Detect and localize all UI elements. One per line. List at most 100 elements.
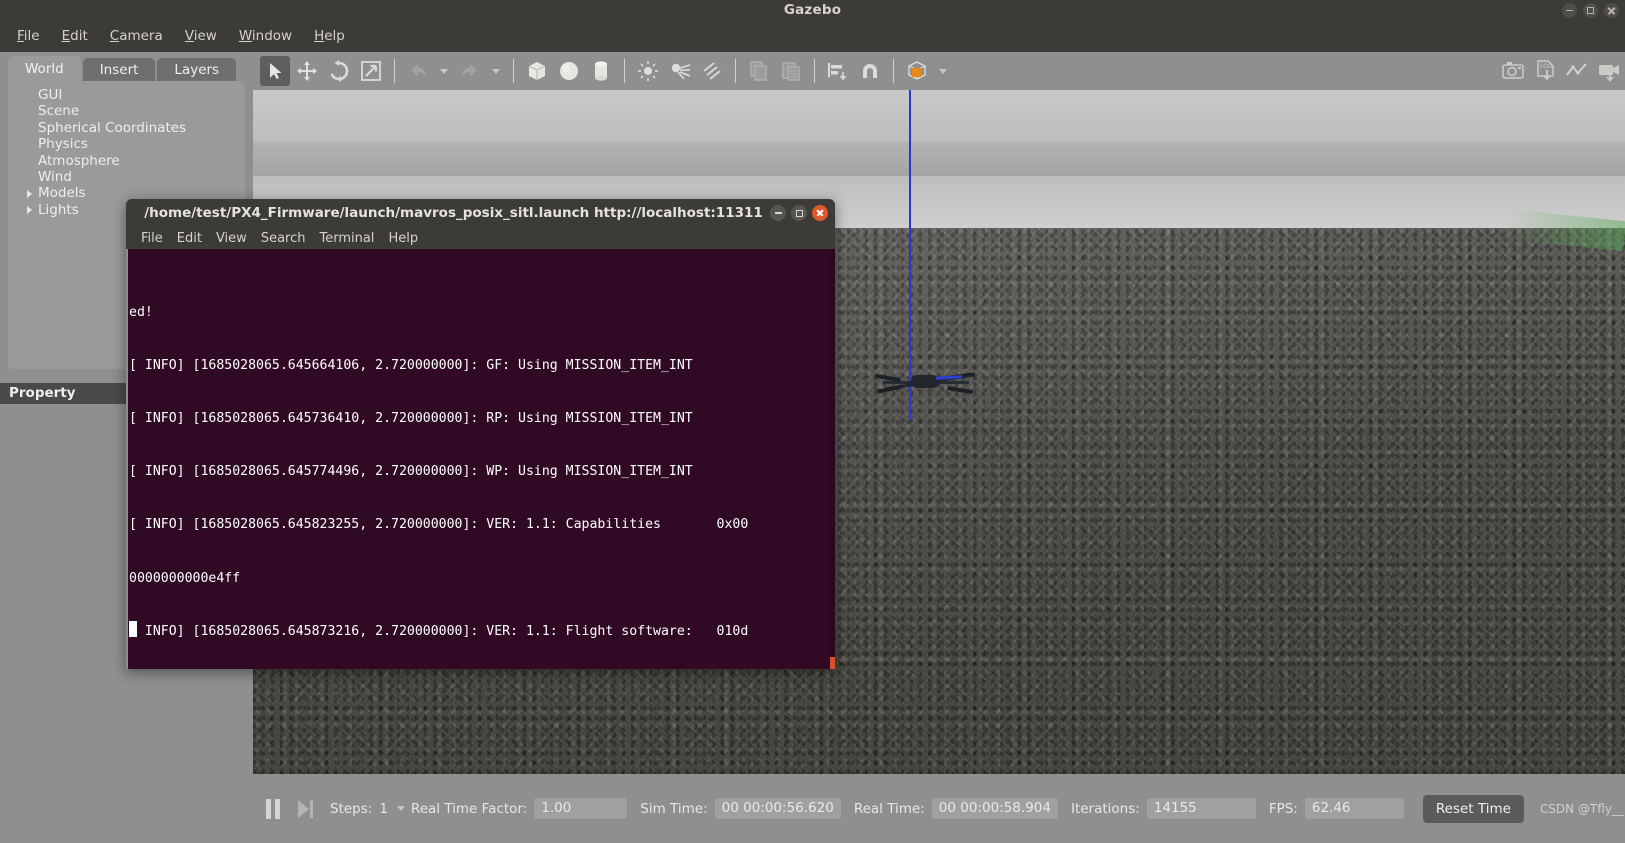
tree-item-label: Atmosphere [38, 152, 120, 169]
tree-item-physics[interactable]: Physics [8, 136, 245, 152]
redo-icon[interactable] [455, 56, 485, 86]
tree-item-label: Lights [38, 201, 79, 218]
tab-layers[interactable]: Layers [157, 58, 237, 82]
steps-value: 1 [379, 800, 388, 817]
sim-time-label: Sim Time: [640, 800, 708, 817]
iterations-value: 14155 [1146, 798, 1256, 819]
terminal-scrollbar[interactable] [830, 249, 835, 669]
terminal-menu-view[interactable]: View [209, 231, 254, 246]
video-record-icon[interactable] [1594, 56, 1624, 86]
translate-mode-icon[interactable] [292, 56, 322, 86]
reset-time-button[interactable]: Reset Time [1422, 794, 1524, 823]
undo-icon[interactable] [403, 56, 433, 86]
watermark-label: CSDN @Tfly__ [1539, 801, 1624, 816]
real-time-factor-label: Real Time Factor: [410, 800, 528, 817]
terminal-window-controls [770, 205, 828, 221]
view-angle-icon[interactable] [902, 56, 932, 86]
terminal-line: [ INFO] [1685028065.645664106, 2.7200000… [129, 358, 693, 374]
terminal-minimize-button[interactable] [770, 205, 786, 221]
tree-item-scene[interactable]: Scene [8, 103, 245, 119]
tree-item-wind[interactable]: Wind [8, 169, 245, 185]
copy-icon[interactable] [744, 56, 774, 86]
rotate-mode-icon[interactable] [324, 56, 354, 86]
tree-item-label: Physics [38, 136, 88, 153]
steps-label: Steps: [330, 800, 373, 817]
redo-dropdown-icon[interactable] [492, 68, 500, 74]
dock-tabs: World Insert Layers [8, 56, 238, 82]
terminal-menu-file[interactable]: File [134, 231, 170, 246]
paste-icon[interactable] [776, 56, 806, 86]
steps-dropdown-icon[interactable] [396, 806, 405, 811]
menu-view[interactable]: View [174, 24, 228, 48]
sky-band [253, 142, 1625, 176]
insert-cylinder-icon[interactable] [586, 56, 616, 86]
directional-light-icon[interactable] [697, 56, 727, 86]
menu-window[interactable]: Window [228, 24, 303, 48]
tree-item-gui[interactable]: GUI [8, 87, 245, 103]
minimize-button[interactable] [1562, 3, 1577, 18]
terminal-left-edge [126, 249, 128, 669]
svg-text:LOG: LOG [1540, 63, 1553, 70]
align-icon[interactable] [823, 56, 853, 86]
tab-insert[interactable]: Insert [82, 58, 156, 82]
terminal-menu-help[interactable]: Help [381, 231, 425, 246]
screenshot-icon[interactable] [1498, 56, 1528, 86]
tree-item-atmosphere[interactable]: Atmosphere [8, 153, 245, 169]
scale-mode-icon[interactable] [356, 56, 386, 86]
terminal-title: /home/test/PX4_Firmware/launch/mavros_po… [144, 205, 763, 221]
window-controls [1562, 3, 1619, 18]
terminal-maximize-button[interactable] [791, 205, 807, 221]
terminal-line: [ INFO] [1685028065.645774496, 2.7200000… [129, 464, 693, 480]
chevron-right-icon[interactable] [27, 206, 32, 215]
window-titlebar: Gazebo [0, 0, 1625, 20]
log-record-icon[interactable]: LOG [1530, 56, 1560, 86]
point-light-icon[interactable] [633, 56, 663, 86]
window-title: Gazebo [783, 2, 842, 18]
terminal-line: [ INFO] [1685028065.645873216, 2.7200000… [129, 623, 749, 639]
menu-help[interactable]: Help [303, 24, 356, 48]
terminal-close-button[interactable] [812, 205, 828, 221]
terminal-line: [ INFO] [1685028065.645823255, 2.7200000… [129, 517, 749, 533]
plot-icon[interactable] [1562, 56, 1592, 86]
real-time-label: Real Time: [853, 800, 925, 817]
tree-item-label: Scene [38, 103, 80, 120]
spot-light-icon[interactable] [665, 56, 695, 86]
sky-upper [253, 90, 1625, 142]
terminal-menu-terminal[interactable]: Terminal [312, 231, 381, 246]
gazebo-window: Gazebo File Edit Camera View Window Help… [0, 0, 1625, 843]
view-angle-dropdown-icon[interactable] [939, 68, 947, 74]
drone-model[interactable] [873, 362, 978, 402]
terminal-line: 0000000000e4ff [129, 570, 241, 586]
terminal-line: [ INFO] [1685028065.645736410, 2.7200000… [129, 411, 693, 427]
insert-sphere-icon[interactable] [554, 56, 584, 86]
select-arrow-icon[interactable] [260, 56, 290, 86]
tree-item-spherical-coordinates[interactable]: Spherical Coordinates [8, 120, 245, 136]
snap-magnet-icon[interactable] [855, 56, 885, 86]
terminal-window[interactable]: /home/test/PX4_Firmware/launch/mavros_po… [126, 199, 835, 669]
iterations-label: Iterations: [1070, 800, 1140, 817]
chevron-right-icon[interactable] [27, 189, 32, 198]
terminal-titlebar: /home/test/PX4_Firmware/launch/mavros_po… [126, 199, 835, 227]
pause-button[interactable] [266, 798, 280, 819]
main-toolbar: LOG [253, 52, 1625, 90]
terminal-menu-edit[interactable]: Edit [170, 231, 209, 246]
fps-label: FPS: [1268, 800, 1298, 817]
step-forward-button[interactable] [298, 799, 316, 819]
close-button[interactable] [1604, 3, 1619, 18]
menu-file[interactable]: File [6, 24, 51, 48]
real-time-value: 00 00:00:58.904 [931, 798, 1058, 819]
terminal-scrollbar-thumb[interactable] [830, 657, 835, 669]
terminal-cursor [129, 621, 137, 637]
menu-edit[interactable]: Edit [51, 24, 99, 48]
real-time-factor-value: 1.00 [534, 798, 628, 819]
undo-dropdown-icon[interactable] [440, 68, 448, 74]
insert-box-icon[interactable] [522, 56, 552, 86]
terminal-line: ed! [129, 305, 153, 321]
property-header-label: Property [9, 385, 76, 401]
tab-world[interactable]: World [8, 56, 81, 82]
maximize-button[interactable] [1583, 3, 1598, 18]
terminal-menu-search[interactable]: Search [254, 231, 313, 246]
terminal-menubar: File Edit View Search Terminal Help [126, 227, 835, 249]
menu-camera[interactable]: Camera [99, 24, 174, 48]
terminal-output[interactable]: ed! [ INFO] [1685028065.645664106, 2.720… [126, 249, 835, 669]
